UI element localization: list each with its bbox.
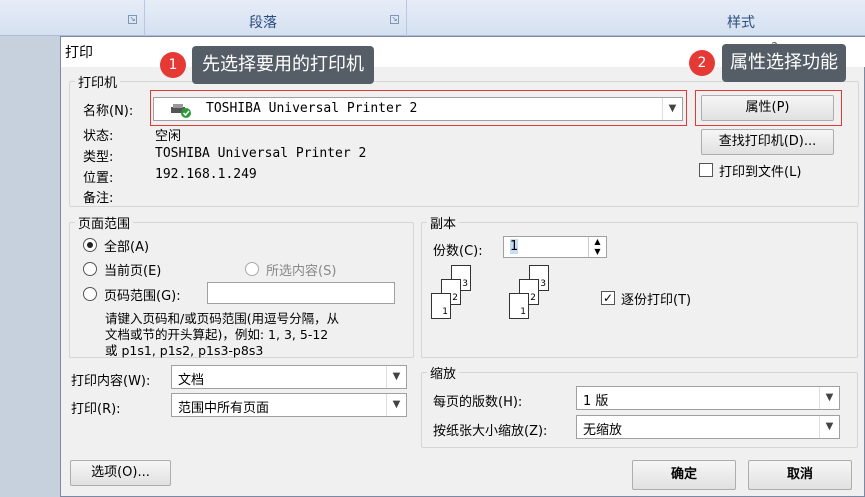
page-range-input[interactable] <box>207 282 395 304</box>
type-label: 类型: <box>83 150 114 165</box>
page-range-all-radio[interactable] <box>83 238 97 252</box>
collate-checkbox[interactable]: ✓ <box>601 291 615 305</box>
page-range-legend: 页面范围 <box>75 213 134 232</box>
ribbon-styles-label: 样式 <box>727 15 755 31</box>
collate-label: 逐份打印(T) <box>621 293 692 308</box>
pages-per-sheet-label: 每页的版数(H): <box>433 395 523 410</box>
copies-count-input[interactable]: 1 ▲ ▼ <box>503 236 607 258</box>
print-select[interactable]: 范围中所有页面 ▼ <box>171 393 407 417</box>
printer-group-legend: 打印机 <box>75 72 121 91</box>
print-what-select[interactable]: 文档 ▼ <box>171 365 407 389</box>
ribbon-paragraph-label: 段落 <box>249 15 277 31</box>
printer-highlight-box <box>150 90 687 126</box>
page-range-all-label: 全部(A) <box>104 240 150 255</box>
zoom-legend: 缩放 <box>427 363 460 382</box>
location-value: 192.168.1.249 <box>155 167 257 182</box>
chevron-down-icon[interactable]: ▼ <box>819 387 839 409</box>
page-range-selection-label: 所选内容(S) <box>266 264 337 279</box>
type-value: TOSHIBA Universal Printer 2 <box>155 146 367 161</box>
dialog-launcher-icon[interactable]: ↘ <box>128 15 137 24</box>
options-button[interactable]: 选项(O)... <box>70 460 171 486</box>
cancel-button[interactable]: 取消 <box>748 460 852 490</box>
ok-button[interactable]: 确定 <box>632 460 736 490</box>
scale-label: 按纸张大小缩放(Z): <box>433 424 548 439</box>
dialog-launcher-icon[interactable]: ↘ <box>390 15 399 24</box>
find-printer-button[interactable]: 查找打印机(D)... <box>701 129 834 155</box>
word-ribbon: ↘ 段落 ↘ 样式 <box>0 0 865 36</box>
pages-per-sheet-select[interactable]: 1 版 ▼ <box>576 386 840 410</box>
ribbon-font-section: ↘ <box>0 0 145 36</box>
location-label: 位置: <box>83 171 114 186</box>
step1-callout: 先选择要用的打印机 <box>192 46 374 84</box>
comment-label: 备注: <box>83 191 114 206</box>
spin-arrows-icon[interactable]: ▲ ▼ <box>588 237 606 257</box>
print-to-file-checkbox[interactable] <box>699 163 713 177</box>
status-label: 状态: <box>83 129 114 144</box>
document-area <box>0 36 60 497</box>
ribbon-paragraph-section: 段落 ↘ <box>145 0 407 36</box>
collate-illustration-1: 3 2 1 <box>431 265 501 327</box>
collate-illustration-2: 3 2 1 <box>509 265 579 327</box>
chevron-down-icon[interactable]: ▼ <box>386 394 406 416</box>
page-range-current-label: 当前页(E) <box>104 264 162 279</box>
print-label: 打印(R): <box>71 402 121 417</box>
chevron-down-icon[interactable]: ▼ <box>819 416 839 438</box>
scale-select[interactable]: 无缩放 ▼ <box>576 415 840 439</box>
step2-callout: 属性选择功能 <box>722 44 846 82</box>
step2-badge: 2 <box>689 50 715 76</box>
step1-badge: 1 <box>160 52 186 78</box>
properties-highlight-box <box>695 90 842 126</box>
page-range-pages-label: 页码范围(G): <box>104 289 181 304</box>
ribbon-styles-section: 样式 <box>407 0 865 36</box>
copies-count-value: 1 <box>510 239 519 254</box>
page-range-selection-radio[interactable] <box>245 262 259 276</box>
copies-count-label: 份数(C): <box>433 244 483 259</box>
chevron-down-icon[interactable]: ▼ <box>386 366 406 388</box>
copies-legend: 副本 <box>427 213 460 232</box>
printer-name-label: 名称(N): <box>83 104 134 119</box>
print-to-file-label: 打印到文件(L) <box>719 165 802 180</box>
dialog-title: 打印 <box>65 45 93 61</box>
page-range-current-radio[interactable] <box>83 262 97 276</box>
status-value: 空闲 <box>155 129 182 144</box>
print-what-label: 打印内容(W): <box>71 374 151 389</box>
page-range-pages-radio[interactable] <box>83 287 97 301</box>
page-range-hint-3: 或 p1s1, p1s2, p1s3-p8s3 <box>105 343 264 358</box>
